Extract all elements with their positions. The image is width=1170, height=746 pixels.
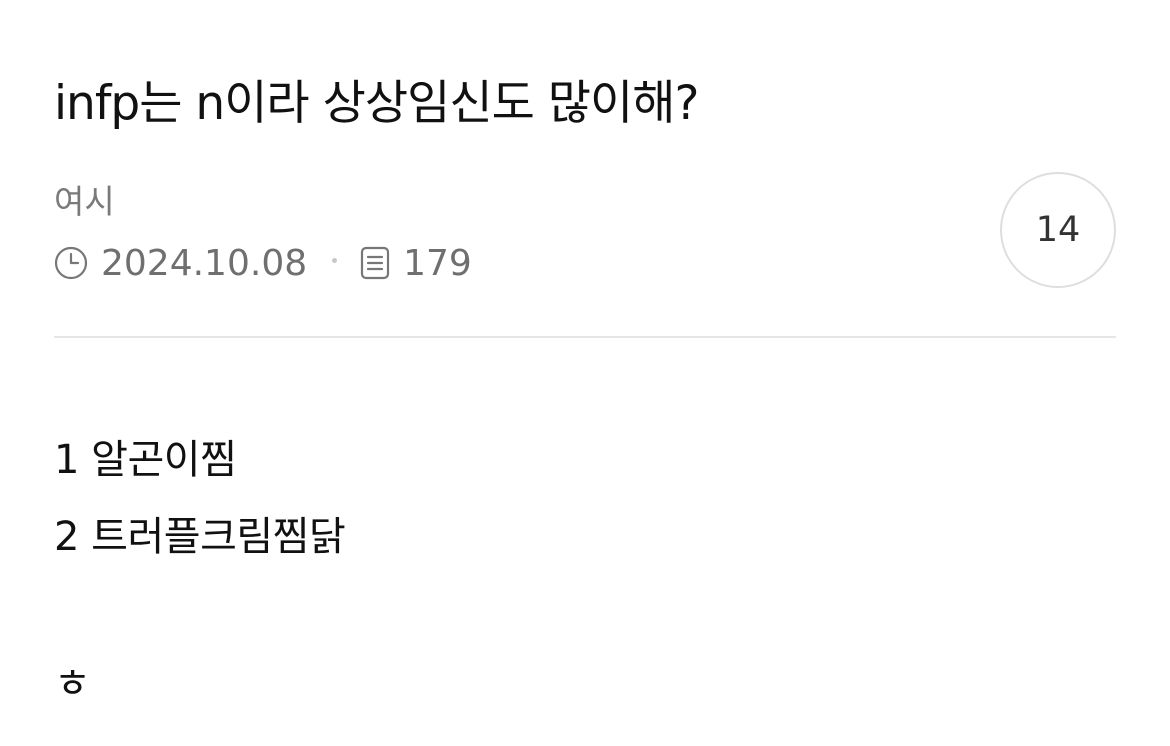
document-icon	[360, 246, 390, 280]
clock-icon	[54, 246, 88, 280]
post-header: infp는 n이라 상상임신도 많이해? 여시 2024.10.08 179 1…	[54, 0, 1116, 340]
post-title: infp는 n이라 상상임신도 많이해?	[54, 76, 699, 131]
view-count: 179	[403, 242, 472, 284]
header-divider	[54, 336, 1116, 338]
body-line-1: 1 알곤이찜	[54, 437, 237, 483]
body-line-3: ㅎ	[54, 661, 91, 707]
author-name[interactable]: 여시	[54, 180, 115, 224]
meta-separator	[332, 257, 338, 263]
body-line-2: 2 트러플크림찜닭	[54, 514, 346, 560]
post-date: 2024.10.08	[101, 242, 308, 284]
post-meta: 2024.10.08 179	[54, 240, 472, 286]
comment-count-button[interactable]: 14	[1000, 172, 1116, 288]
